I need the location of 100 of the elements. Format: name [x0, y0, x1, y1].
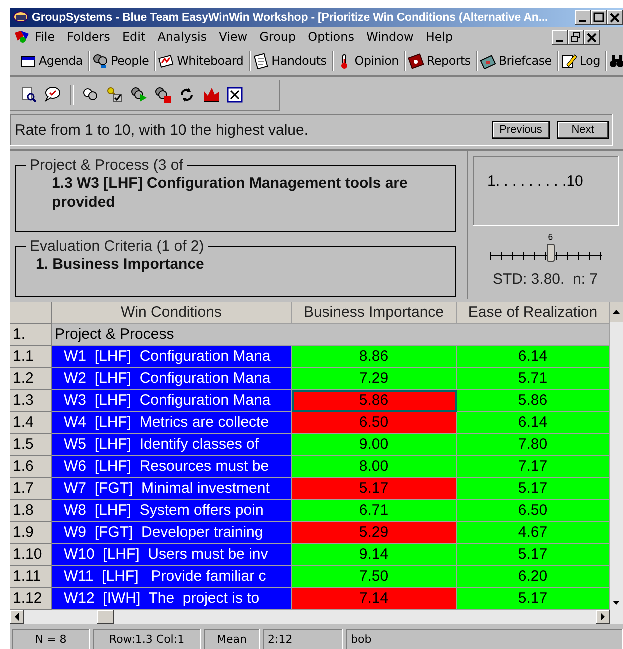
- column-header[interactable]: Ease of Realization: [457, 302, 610, 324]
- score-cell[interactable]: 7.17: [457, 456, 610, 478]
- score-cell[interactable]: 5.86: [457, 390, 610, 412]
- score-cell[interactable]: 5.17: [457, 478, 610, 500]
- vertical-scrollbar[interactable]: [610, 302, 623, 610]
- binoculars-icon[interactable]: [609, 53, 623, 69]
- people-play-icon[interactable]: [130, 86, 148, 104]
- score-cell[interactable]: 6.50: [457, 500, 610, 522]
- win-condition-cell: W7 [FGT] Minimal investment: [52, 478, 292, 500]
- menu-item[interactable]: Options: [303, 29, 362, 45]
- toolbar-button[interactable]: People: [89, 51, 156, 71]
- row-number: 1.3: [10, 390, 52, 412]
- win-condition-cell: W5 [LHF] Identify classes of: [52, 434, 292, 456]
- score-cell[interactable]: 7.80: [457, 434, 610, 456]
- toolbar-button[interactable]: Opinion: [332, 51, 405, 71]
- menu-item[interactable]: Edit: [117, 29, 153, 45]
- score-cell[interactable]: 5.29: [292, 522, 457, 544]
- menu-item[interactable]: Analysis: [152, 29, 214, 45]
- toolbar-button[interactable]: Briefcase: [476, 51, 558, 71]
- score-cell[interactable]: 6.71: [292, 500, 457, 522]
- scale-range: 1. . . . . . . . .10: [472, 156, 618, 226]
- previous-button[interactable]: Previous: [493, 122, 549, 138]
- score-cell[interactable]: 7.29: [292, 368, 457, 390]
- win-condition-cell: W3 [LHF] Configuration Mana: [52, 390, 292, 412]
- score-cell[interactable]: 6.20: [457, 566, 610, 588]
- score-cell[interactable]: 8.00: [292, 456, 457, 478]
- menu-item[interactable]: Folders: [62, 29, 118, 45]
- win-condition-cell: W1 [LHF] Configuration Mana: [52, 346, 292, 368]
- document-icon: [252, 53, 269, 69]
- close-icon[interactable]: [584, 30, 600, 44]
- people-stop-icon[interactable]: [154, 86, 172, 104]
- row-number: 1.: [10, 324, 52, 346]
- key-check-icon[interactable]: [106, 86, 124, 104]
- table-corner-cell: [10, 302, 52, 324]
- maximize-icon[interactable]: [591, 10, 607, 25]
- notepad-icon: [560, 53, 577, 69]
- row-number: 1.1: [10, 346, 52, 368]
- chart-icon[interactable]: [202, 86, 220, 104]
- score-cell[interactable]: 9.00: [292, 434, 457, 456]
- score-cell[interactable]: 5.86: [292, 390, 457, 412]
- score-cell[interactable]: 4.67: [457, 522, 610, 544]
- score-cell[interactable]: 6.50: [292, 412, 457, 434]
- score-cell[interactable]: 5.17: [292, 478, 457, 500]
- book-icon: [408, 53, 424, 69]
- row-number: 1.8: [10, 500, 52, 522]
- menu-item[interactable]: File: [30, 29, 62, 45]
- score-cell[interactable]: 7.14: [292, 588, 457, 610]
- scroll-up-icon[interactable]: [610, 302, 623, 322]
- refresh-icon[interactable]: [178, 86, 196, 104]
- score-cell[interactable]: 5.71: [457, 368, 610, 390]
- menu-item[interactable]: Help: [420, 29, 460, 45]
- column-header[interactable]: Win Conditions: [52, 302, 292, 324]
- win-condition-cell: W12 [IWH] The project is to: [52, 588, 292, 610]
- scroll-left-icon[interactable]: [10, 610, 24, 624]
- scroll-right-icon[interactable]: [596, 610, 610, 624]
- scrollbar-thumb[interactable]: [97, 610, 114, 624]
- toolbar-button[interactable]: Handouts: [250, 51, 333, 71]
- score-cell[interactable]: 9.14: [292, 544, 457, 566]
- score-cell[interactable]: 6.14: [457, 346, 610, 368]
- minimize-icon[interactable]: [552, 30, 568, 44]
- window-title: GroupSystems - Blue Team EasyWinWin Workshop - [Prioritize Win Conditions (Alternative An...: [32, 12, 550, 24]
- status-field: 2:12: [263, 629, 343, 649]
- row-number: 1.2: [10, 368, 52, 390]
- briefcase-icon: [480, 53, 496, 69]
- menu-item[interactable]: Group: [254, 29, 304, 45]
- menu-item[interactable]: Window: [361, 29, 421, 45]
- next-button[interactable]: Next: [558, 122, 608, 138]
- speech-bubble-icon[interactable]: [44, 86, 62, 104]
- row-number: 1.7: [10, 478, 52, 500]
- toolbar-button[interactable]: Reports: [404, 51, 477, 71]
- score-cell[interactable]: 8.86: [292, 346, 457, 368]
- group-row-title: Project & Process: [52, 324, 610, 346]
- win-condition-cell: W2 [LHF] Configuration Mana: [52, 368, 292, 390]
- toolbar-button[interactable]: Whiteboard: [155, 51, 250, 71]
- status-field: Row:1.3 Col:1: [93, 629, 201, 649]
- win-condition-cell: W4 [LHF] Metrics are collecte: [52, 412, 292, 434]
- menu-item[interactable]: View: [214, 29, 255, 45]
- score-cell[interactable]: 5.17: [457, 588, 610, 610]
- score-cell[interactable]: 7.50: [292, 566, 457, 588]
- minimize-icon[interactable]: [575, 10, 591, 25]
- slider-thumb[interactable]: [547, 244, 556, 262]
- preview-icon[interactable]: [20, 86, 38, 104]
- column-header[interactable]: Business Importance: [292, 302, 457, 324]
- slider-value: 6: [548, 233, 554, 242]
- group-legend: Project & Process (3 of: [26, 157, 188, 174]
- win-condition-cell: W6 [LHF] Resources must be: [52, 456, 292, 478]
- row-number: 1.10: [10, 544, 52, 566]
- status-field: bob: [346, 629, 623, 649]
- toolbar-button[interactable]: Log: [558, 51, 606, 71]
- score-cell[interactable]: 6.14: [457, 412, 610, 434]
- close-box-icon[interactable]: [226, 86, 244, 104]
- toolbar-button[interactable]: Agenda: [17, 51, 89, 71]
- group-legend: Evaluation Criteria (1 of 2): [26, 238, 208, 255]
- restore-icon[interactable]: [568, 30, 584, 44]
- people-icon: [92, 53, 108, 69]
- score-cell[interactable]: 5.17: [457, 544, 610, 566]
- instruction-text: Rate from 1 to 10, with 10 the highest value.: [15, 122, 310, 138]
- statistics-text: STD: 3.80. n: 7: [492, 271, 598, 288]
- close-icon[interactable]: [607, 10, 623, 25]
- row-number: 1.12: [10, 588, 52, 610]
